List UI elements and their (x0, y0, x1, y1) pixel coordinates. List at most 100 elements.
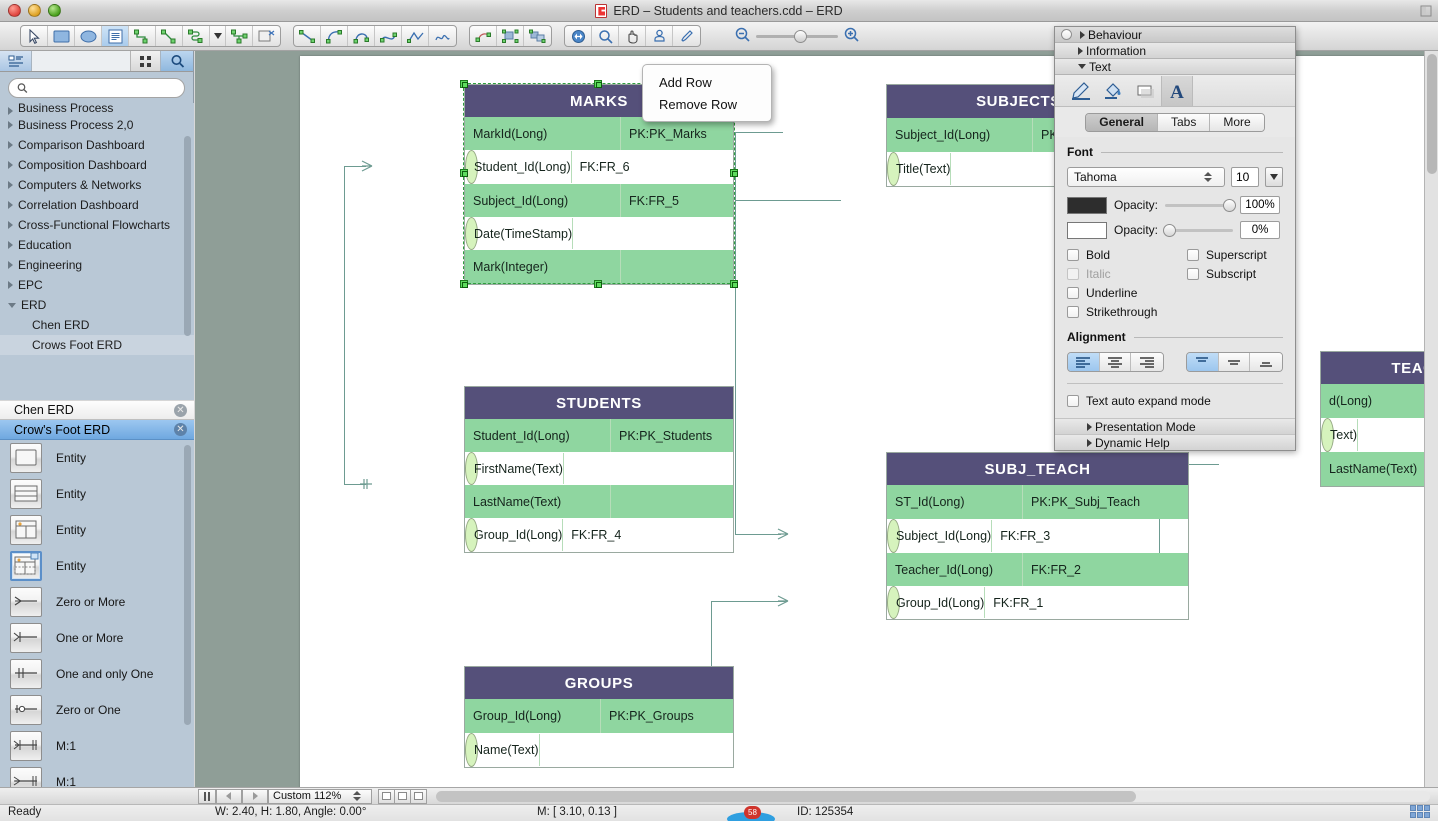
selection-handle-tc[interactable] (594, 80, 602, 88)
disclosure-triangle-icon[interactable] (1080, 31, 1085, 39)
entity-row[interactable]: Group_Id(Long) PK:PK_Groups (465, 699, 733, 733)
stepper-icon[interactable] (347, 791, 367, 801)
entity-row[interactable]: d(Long) PK:PK_Te (1321, 384, 1438, 418)
tree-item-education[interactable]: Education (0, 235, 194, 255)
font-size-dropdown-button[interactable] (1265, 167, 1283, 187)
selection-handle-tl[interactable] (460, 80, 468, 88)
pointer-icon[interactable] (21, 26, 48, 46)
search-icon[interactable] (161, 51, 193, 71)
line-icon[interactable] (294, 26, 321, 46)
freehand-icon[interactable] (429, 26, 456, 46)
background-opacity-slider[interactable] (1165, 229, 1233, 232)
scrollbar-thumb[interactable] (1427, 54, 1437, 174)
row-context-menu[interactable]: Add Row Remove Row (642, 64, 772, 122)
entity-row[interactable]: Group_Id(Long) FK:FR_1 (887, 586, 900, 619)
inspector-section-text[interactable]: Text (1055, 59, 1295, 75)
entity-row[interactable]: Group_Id(Long) FK:FR_4 (465, 518, 478, 552)
disclosure-triangle-icon[interactable] (8, 221, 13, 229)
checkbox-underline[interactable]: Underline (1067, 284, 1187, 302)
zoom-in-icon[interactable] (844, 27, 859, 45)
smart-connector-icon[interactable] (129, 26, 156, 46)
disclosure-triangle-icon[interactable] (8, 261, 13, 269)
tree-item-cross-functional-flowcharts[interactable]: Cross-Functional Flowcharts (0, 215, 194, 235)
tab-more[interactable]: More (1210, 114, 1263, 131)
tree-item-business-process-20[interactable]: Business Process 2,0 (0, 115, 194, 135)
disclosure-triangle-icon[interactable] (8, 161, 13, 169)
inspector-section-information[interactable]: Information (1055, 43, 1295, 59)
arc-icon[interactable] (321, 26, 348, 46)
checkbox-icon[interactable] (1067, 306, 1079, 318)
two-page-view-icon[interactable] (394, 789, 411, 804)
maximize-window-button[interactable] (48, 4, 61, 17)
align-right-icon[interactable] (1131, 353, 1163, 371)
checkbox-superscript[interactable]: Superscript (1187, 246, 1283, 264)
scrollbar-thumb[interactable] (436, 791, 1136, 802)
curve-icon[interactable] (348, 26, 375, 46)
entity-keyed-icon[interactable] (10, 515, 42, 545)
canvas-horizontal-scrollbar[interactable] (436, 791, 1430, 802)
selection-handle-bl[interactable] (460, 280, 468, 288)
tab-general[interactable]: General (1086, 114, 1158, 131)
text-A-icon[interactable]: A (1161, 76, 1193, 106)
tree-item-correlation-dashboard[interactable]: Correlation Dashboard (0, 195, 194, 215)
entity-students[interactable]: STUDENTS Student_Id(Long) PK:PK_Students… (464, 386, 734, 553)
entity-row[interactable]: FirstName(Text) (465, 452, 478, 485)
zoom-slider-control[interactable] (735, 27, 859, 45)
close-icon[interactable]: ✕ (174, 423, 187, 436)
selection-handle-bc[interactable] (594, 280, 602, 288)
zoom-slider-track[interactable] (756, 35, 838, 38)
foreground-opacity-value[interactable]: 100% (1240, 196, 1280, 214)
prev-page-icon[interactable] (216, 789, 242, 804)
tree-item-chen-erd[interactable]: Chen ERD (0, 315, 194, 335)
next-page-icon[interactable] (242, 789, 268, 804)
entity-row[interactable]: Name(Text) (465, 733, 478, 767)
stencil-tab-chen-erd[interactable]: Chen ERD ✕ (0, 400, 194, 420)
selection-handle-ml[interactable] (460, 169, 468, 177)
close-window-button[interactable] (8, 4, 21, 17)
checkbox-icon[interactable] (1067, 287, 1079, 299)
font-size-input[interactable]: 10 (1231, 167, 1259, 187)
font-family-select[interactable]: Tahoma (1067, 167, 1225, 187)
stamp-icon[interactable] (646, 26, 673, 46)
crowsfoot-m1-a-icon[interactable] (10, 731, 42, 761)
shadow-box-icon[interactable] (1129, 76, 1161, 106)
zoom-slider-knob[interactable] (794, 30, 807, 43)
disclosure-triangle-icon[interactable] (8, 181, 13, 189)
disclosure-triangle-icon[interactable] (8, 107, 13, 115)
search-input[interactable] (33, 81, 176, 95)
hand-icon[interactable] (619, 26, 646, 46)
entity-row[interactable]: Title(Text) (887, 152, 900, 186)
polyline-icon[interactable] (402, 26, 429, 46)
direct-connector-icon[interactable] (156, 26, 183, 46)
deselect-icon[interactable] (253, 26, 280, 46)
disclosure-triangle-open-icon[interactable] (8, 303, 16, 308)
slider-knob[interactable] (1163, 224, 1176, 237)
background-opacity-value[interactable]: 0% (1240, 221, 1280, 239)
stepper-icon[interactable] (1198, 172, 1218, 182)
single-page-view-icon[interactable] (378, 789, 395, 804)
entity-single-icon[interactable] (10, 443, 42, 473)
entity-two-row-icon[interactable] (10, 479, 42, 509)
shape-item-zero-or-more[interactable]: Zero or More (0, 584, 194, 620)
entity-row[interactable]: Teacher_Id(Long) FK:FR_2 (887, 553, 1188, 586)
round-connector-icon[interactable] (183, 26, 210, 46)
rectangle-icon[interactable] (48, 26, 75, 46)
entity-subj-teach[interactable]: SUBJ_TEACH ST_Id(Long) PK:PK_Subj_Teach … (886, 452, 1189, 620)
shape-item-one-or-more[interactable]: One or More (0, 620, 194, 656)
entity-row[interactable]: ST_Id(Long) PK:PK_Subj_Teach (887, 485, 1188, 519)
align-center-icon[interactable] (1100, 353, 1132, 371)
search-box[interactable] (8, 78, 185, 98)
entity-row[interactable]: LastName(Text) (1321, 452, 1438, 486)
checkbox-subscript[interactable]: Subscript (1187, 265, 1283, 283)
inspector-section-presentation-mode[interactable]: Presentation Mode (1055, 418, 1295, 434)
disclosure-triangle-icon[interactable] (8, 201, 13, 209)
zoom-icon[interactable] (592, 26, 619, 46)
entity-expandable-icon[interactable] (10, 551, 42, 581)
scrollbar-thumb[interactable] (184, 445, 191, 725)
disclosure-triangle-icon[interactable] (8, 121, 13, 129)
crowsfoot-one-only-one-icon[interactable] (10, 659, 42, 689)
grid-view-icon[interactable] (131, 51, 161, 71)
pen-line-style-icon[interactable] (1065, 76, 1097, 106)
selection-handle-br[interactable] (730, 280, 738, 288)
checkbox-icon[interactable] (1067, 249, 1079, 261)
